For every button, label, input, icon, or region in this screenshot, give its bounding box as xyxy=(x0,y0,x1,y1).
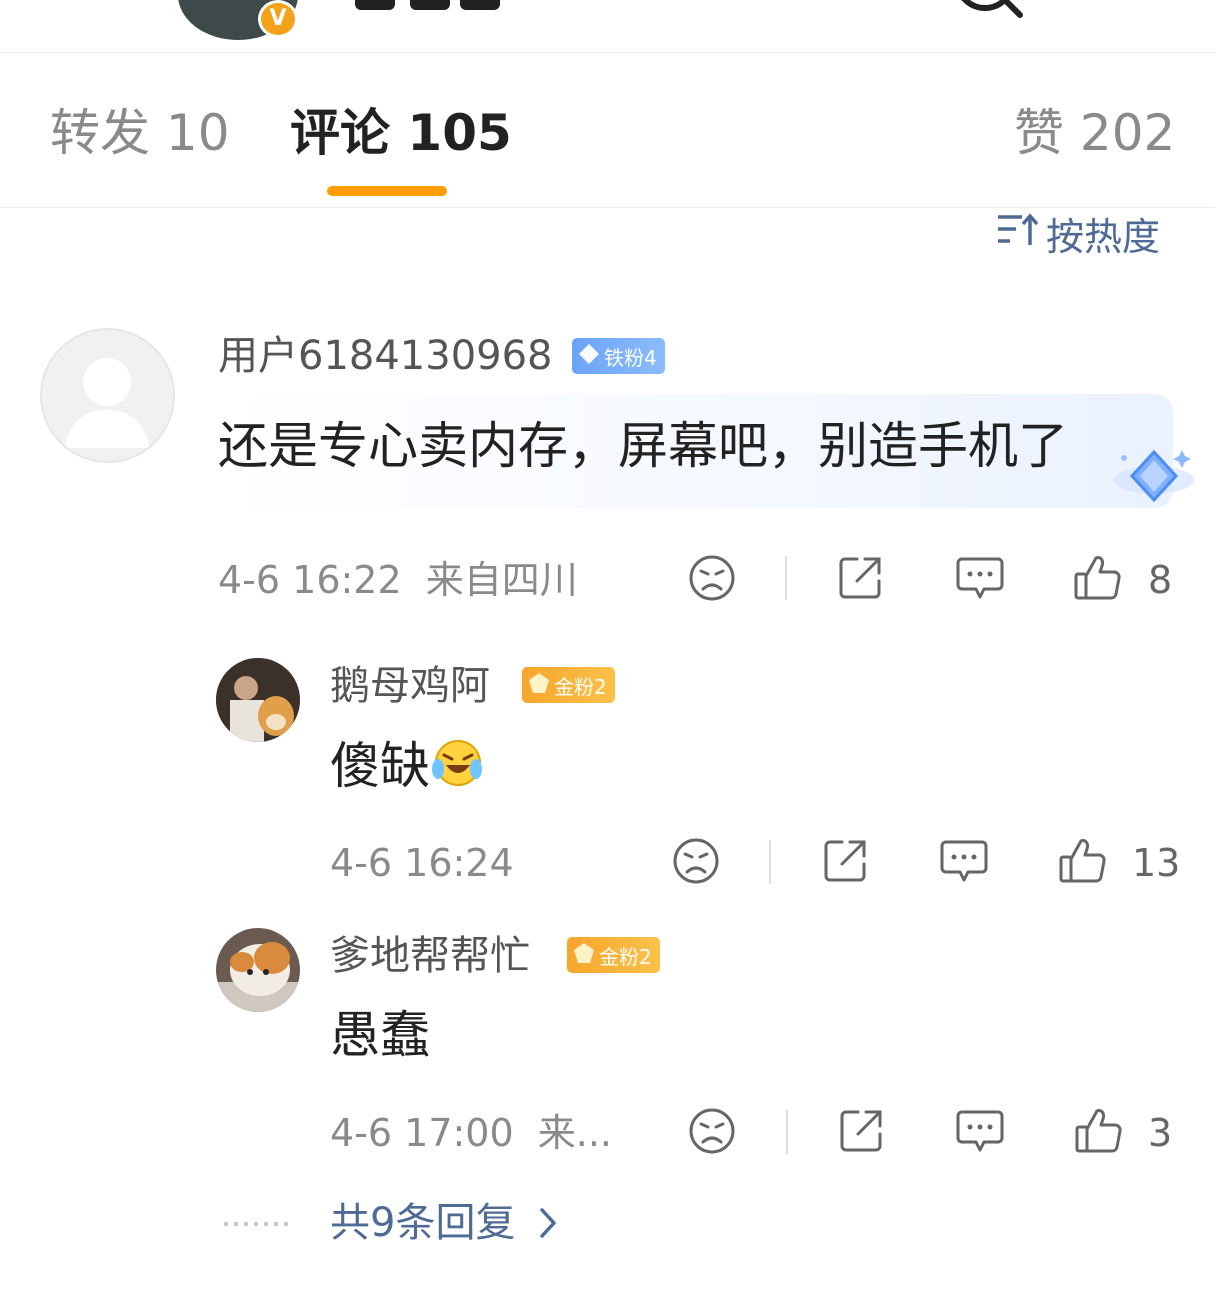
sad-face-icon xyxy=(689,555,735,601)
comment-time-value: 4-6 16:22 xyxy=(218,558,402,602)
fan-badge-label: 金粉2 xyxy=(599,944,652,969)
share-icon xyxy=(840,1110,882,1152)
like-count: 8 xyxy=(1148,558,1173,602)
pentagon-icon xyxy=(573,942,595,969)
fan-badge[interactable]: 铁粉4 xyxy=(572,338,665,374)
reply-time-value: 4-6 17:00 xyxy=(330,1111,514,1155)
commenter-username[interactable]: 用户6184130968 xyxy=(218,330,553,382)
comment-location: 来自四川 xyxy=(425,558,578,602)
share-icon xyxy=(824,840,866,882)
action-divider xyxy=(769,840,771,884)
like-count: 3 xyxy=(1148,1111,1173,1155)
dislike-button[interactable] xyxy=(684,550,740,606)
sort-icon xyxy=(996,211,1039,256)
action-divider xyxy=(786,1110,788,1154)
reply-button[interactable] xyxy=(952,550,1008,606)
pentagon-icon xyxy=(528,672,550,699)
dislike-button[interactable] xyxy=(668,833,724,889)
thumbs-up-icon xyxy=(1059,839,1106,883)
chevron-right-icon xyxy=(538,1200,558,1254)
author-name-fragment xyxy=(460,0,500,10)
comment-icon xyxy=(940,840,988,882)
back-icon[interactable] xyxy=(60,0,90,10)
author-name-fragment xyxy=(355,0,395,10)
tab-reposts[interactable]: 转发 10 xyxy=(50,100,230,166)
reply-avatar[interactable] xyxy=(216,658,300,742)
verified-badge-icon: V xyxy=(258,0,298,38)
more-replies-link[interactable]: 共9条回复 xyxy=(330,1196,558,1254)
reply-button[interactable] xyxy=(952,1103,1008,1159)
diamond-icon xyxy=(578,343,600,370)
reply-text: 傻缺 xyxy=(330,733,482,799)
reply-avatar[interactable] xyxy=(216,928,300,1012)
sad-face-icon xyxy=(673,838,719,884)
like-button[interactable] xyxy=(1055,833,1111,889)
commenter-avatar[interactable] xyxy=(40,328,175,463)
reply-text: 愚蠢 xyxy=(330,1006,430,1064)
sort-toggle[interactable]: 按热度 xyxy=(996,208,1161,259)
reply-username[interactable]: 爹地帮帮忙 xyxy=(330,930,530,982)
more-replies-label: 共9条回复 xyxy=(330,1200,516,1246)
comment-text: 还是专心卖内存，屏幕吧，别造手机了 xyxy=(218,417,1068,475)
fan-badge[interactable]: 金粉2 xyxy=(567,937,660,973)
share-button[interactable] xyxy=(832,550,888,606)
like-count: 13 xyxy=(1132,841,1181,885)
share-icon xyxy=(839,557,881,599)
reply-location: 来... xyxy=(537,1111,612,1155)
default-user-icon xyxy=(64,358,150,448)
dislike-button[interactable] xyxy=(684,1103,740,1159)
diamond-decoration-icon xyxy=(1110,440,1200,510)
reply-text-value: 傻缺 xyxy=(330,737,430,795)
top-bar: V xyxy=(0,0,1215,53)
like-button[interactable] xyxy=(1071,1103,1127,1159)
reply-time: 4-6 17:00 来... xyxy=(330,1108,612,1158)
reply-button[interactable] xyxy=(936,833,992,889)
sad-face-icon xyxy=(689,1108,735,1154)
search-icon[interactable] xyxy=(950,0,1030,20)
thumbs-up-icon xyxy=(1074,556,1121,600)
fan-badge[interactable]: 金粉2 xyxy=(522,667,615,703)
action-divider xyxy=(785,556,787,600)
reply-time: 4-6 16:24 xyxy=(330,841,514,885)
author-name-fragment xyxy=(410,0,450,10)
fan-badge-label: 金粉2 xyxy=(554,674,607,699)
laugh-cry-icon xyxy=(430,737,482,789)
comment-icon xyxy=(956,1110,1004,1152)
thumbs-up-icon xyxy=(1075,1109,1122,1153)
comment-time: 4-6 16:22 来自四川 xyxy=(218,555,578,605)
comment-icon xyxy=(956,557,1004,599)
thread-dots xyxy=(224,1222,294,1226)
share-button[interactable] xyxy=(833,1103,889,1159)
share-button[interactable] xyxy=(817,833,873,889)
active-tab-indicator xyxy=(327,186,447,196)
reply-username[interactable]: 鹅母鸡阿 xyxy=(330,660,490,712)
audio-icon[interactable] xyxy=(795,0,895,10)
tab-likes[interactable]: 赞 202 xyxy=(1014,100,1175,166)
sort-label: 按热度 xyxy=(1046,214,1161,259)
tab-comments[interactable]: 评论 105 xyxy=(290,100,512,166)
like-button[interactable] xyxy=(1070,550,1126,606)
fan-badge-label: 铁粉4 xyxy=(604,345,657,370)
